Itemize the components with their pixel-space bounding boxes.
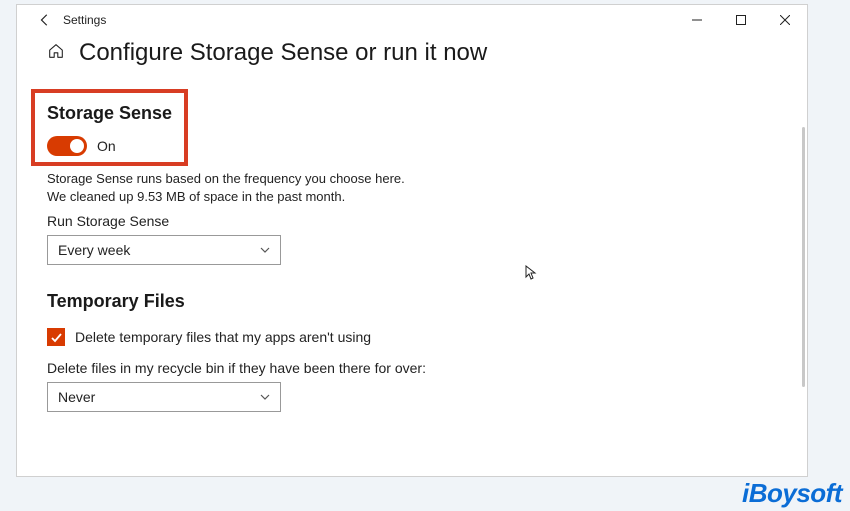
chevron-down-icon [260,391,270,403]
recycle-bin-value: Never [58,389,95,405]
temporary-files-heading: Temporary Files [47,291,777,312]
page-header: Configure Storage Sense or run it now [47,39,777,67]
run-storage-sense-label: Run Storage Sense [47,213,777,229]
maximize-button[interactable] [719,5,763,35]
storage-sense-toggle[interactable] [47,136,87,156]
storage-sense-heading: Storage Sense [47,103,172,124]
maximize-icon [736,15,746,25]
close-button[interactable] [763,5,807,35]
storage-sense-section: Storage Sense On Storage Sense runs base… [47,89,777,265]
back-button[interactable] [31,6,59,34]
run-storage-sense-value: Every week [58,242,130,258]
checkmark-icon [50,331,63,344]
delete-temp-label: Delete temporary files that my apps aren… [75,329,371,345]
home-icon[interactable] [47,42,65,65]
storage-sense-description: Storage Sense runs based on the frequenc… [47,170,427,205]
scrollbar[interactable] [802,127,805,387]
storage-sense-toggle-row: On [47,136,172,156]
settings-window: Settings Configure Storage Sense or run … [16,4,808,477]
chevron-down-icon [260,244,270,256]
minimize-icon [692,15,702,25]
arrow-left-icon [38,13,52,27]
delete-temp-row: Delete temporary files that my apps aren… [47,328,777,346]
minimize-button[interactable] [675,5,719,35]
watermark-brand: iBoysoft [742,478,842,509]
titlebar: Settings [17,5,807,35]
window-controls [675,5,807,35]
delete-temp-checkbox[interactable] [47,328,65,346]
page-title: Configure Storage Sense or run it now [79,39,487,67]
close-icon [780,15,790,25]
recycle-bin-dropdown[interactable]: Never [47,382,281,412]
recycle-bin-label: Delete files in my recycle bin if they h… [47,360,777,376]
temporary-files-section: Temporary Files Delete temporary files t… [47,291,777,412]
highlight-box: Storage Sense On [31,89,188,166]
run-storage-sense-dropdown[interactable]: Every week [47,235,281,265]
toggle-knob [70,139,84,153]
toggle-state-label: On [97,138,116,154]
cursor-icon [525,265,537,284]
content-area: Configure Storage Sense or run it now St… [17,35,807,476]
app-title: Settings [63,13,106,27]
